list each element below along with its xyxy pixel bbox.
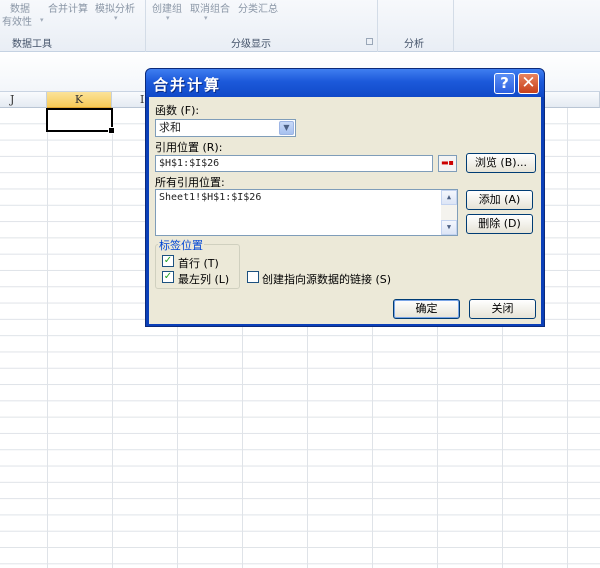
help-icon: ? — [500, 74, 509, 92]
list-item[interactable]: Sheet1!$H$1:$I$26 — [159, 192, 454, 203]
first-row-label[interactable]: 首行 (T) — [178, 255, 219, 271]
ribbon: 数据 有效性 ▾ 合并计算 模拟分析 ▾ 创建组 ▾ 取消组合 ▾ 分类汇总 数… — [0, 0, 600, 52]
first-row-checkbox[interactable]: ✓ — [162, 255, 174, 267]
delete-button[interactable]: 删除 (D) — [466, 214, 533, 234]
group-title-analysis: 分析 — [404, 39, 424, 50]
reference-input[interactable]: $H$1:$I$26 — [155, 155, 433, 172]
reference-label: 引用位置 (R): — [155, 141, 223, 154]
column-header-k[interactable]: K — [47, 92, 112, 108]
left-column-label[interactable]: 最左列 (L) — [178, 271, 229, 287]
create-links-checkbox[interactable] — [247, 271, 259, 283]
left-column-checkbox[interactable]: ✓ — [162, 271, 174, 283]
ungroup-button[interactable]: 取消组合 — [190, 0, 230, 15]
label-position-legend: 标签位置 — [158, 237, 204, 253]
what-if-analysis-button[interactable]: 模拟分析 — [95, 0, 135, 15]
column-header-j[interactable]: J — [0, 92, 47, 108]
dialog-body: 函数 (F): 求和 ▼ 引用位置 (R): $H$1:$I$26 ▬▪ 浏览 … — [149, 97, 541, 324]
function-select[interactable]: 求和 ▼ — [155, 119, 296, 137]
function-select-value: 求和 — [159, 121, 181, 134]
add-button[interactable]: 添加 (A) — [466, 190, 533, 210]
chevron-down-icon[interactable]: ▼ — [279, 121, 294, 135]
consolidate-dialog: 合并计算 ? ✕ 函数 (F): 求和 ▼ 引用位置 (R): $H$1:$I$… — [145, 68, 545, 327]
all-references-list[interactable]: Sheet1!$H$1:$I$26 ▲ ▼ — [155, 189, 458, 236]
close-button[interactable]: 关闭 — [469, 299, 536, 319]
ribbon-separator — [377, 0, 378, 52]
close-title-button[interactable]: ✕ — [518, 73, 539, 94]
whatif-dropdown-icon[interactable]: ▾ — [114, 14, 118, 22]
subtotal-button[interactable]: 分类汇总 — [238, 0, 278, 15]
browse-button[interactable]: 浏览 (B)... — [466, 153, 536, 173]
dialog-titlebar[interactable]: 合并计算 ? ✕ — [146, 69, 544, 97]
ribbon-separator — [145, 0, 146, 52]
close-icon: ✕ — [521, 73, 536, 93]
scroll-down-icon[interactable]: ▼ — [441, 220, 457, 235]
create-links-label[interactable]: 创建指向源数据的链接 (S) — [262, 271, 391, 287]
ok-button[interactable]: 确定 — [393, 299, 460, 319]
group-title-data-tools: 数据工具 — [12, 39, 52, 50]
function-label: 函数 (F): — [155, 104, 200, 117]
all-references-label: 所有引用位置: — [155, 176, 225, 189]
dialog-title: 合并计算 — [153, 76, 222, 94]
ribbon-separator — [453, 0, 454, 52]
group-button[interactable]: 创建组 — [152, 0, 182, 15]
outline-dialog-launcher-icon[interactable] — [366, 38, 373, 45]
group-title-outline: 分级显示 — [231, 39, 271, 50]
collapse-dialog-icon[interactable]: ▬▪ — [438, 155, 457, 172]
validity-dropdown-icon[interactable]: ▾ — [40, 16, 44, 24]
scroll-up-icon[interactable]: ▲ — [441, 190, 457, 205]
consolidate-button[interactable]: 合并计算 — [48, 0, 88, 15]
list-scrollbar[interactable]: ▲ ▼ — [441, 190, 457, 235]
ungroup-dropdown-icon[interactable]: ▾ — [204, 14, 208, 22]
active-cell[interactable] — [46, 108, 115, 134]
help-button[interactable]: ? — [494, 73, 515, 94]
group-dropdown-icon[interactable]: ▾ — [166, 14, 170, 22]
data-validity-button[interactable]: 有效性 — [2, 13, 32, 28]
